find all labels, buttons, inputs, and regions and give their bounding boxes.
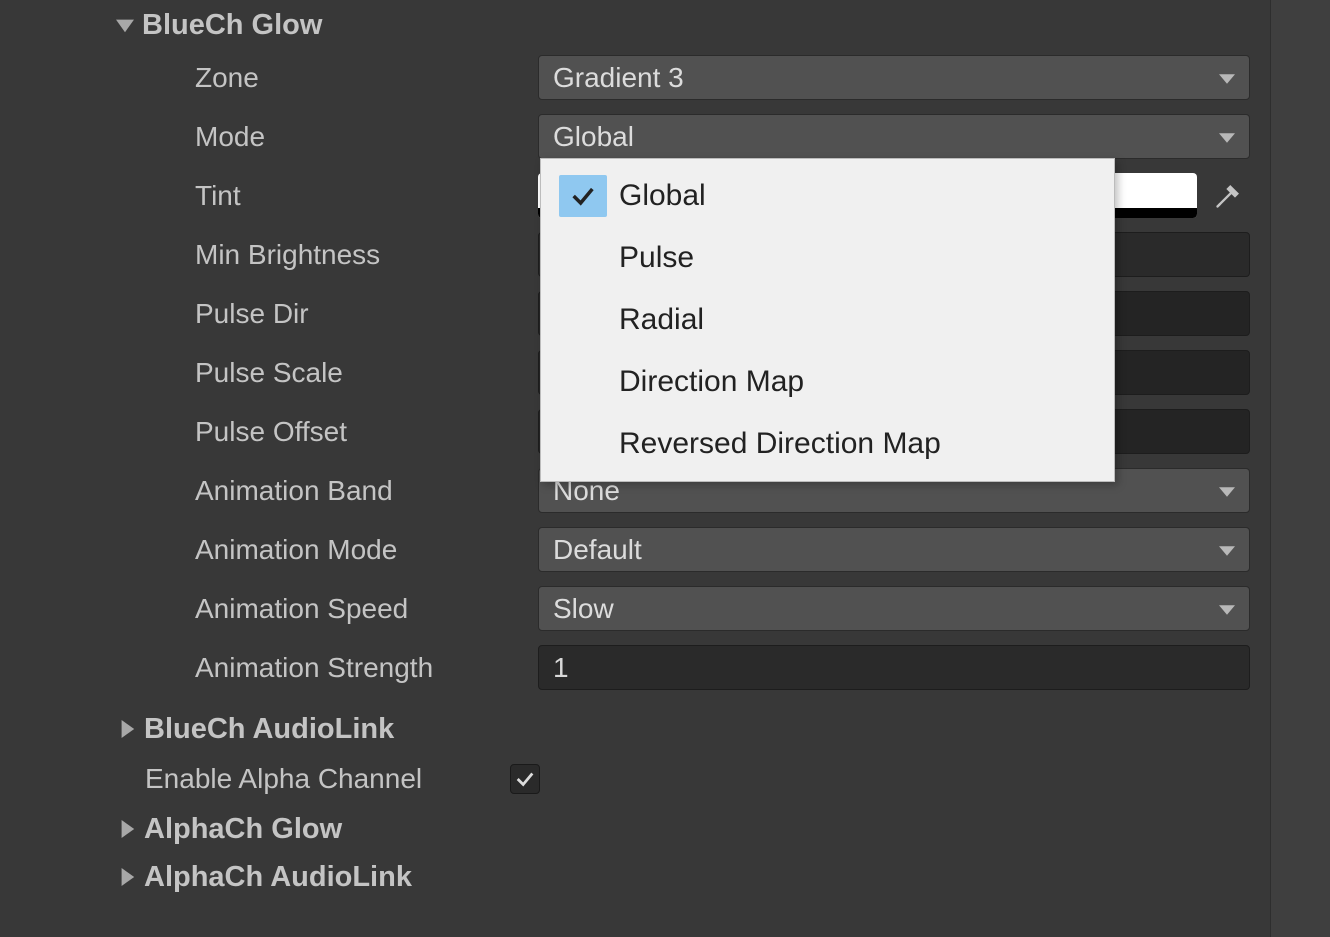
mode-option-label: Direction Map	[619, 365, 804, 399]
chevron-down-icon	[1219, 62, 1235, 94]
chevron-down-icon	[1219, 593, 1235, 625]
chevron-right-icon	[110, 868, 144, 886]
mode-option-label: Global	[619, 179, 706, 213]
enable-alpha-checkbox[interactable]	[510, 764, 540, 794]
pulse-scale-label: Pulse Scale	[0, 357, 538, 389]
scrollbar-gutter[interactable]	[1270, 0, 1330, 937]
chevron-down-icon	[108, 16, 142, 34]
section-title: BlueCh AudioLink	[144, 713, 394, 746]
mode-dropdown-popup: Global Pulse Radial Direction Map Revers…	[540, 158, 1115, 482]
zone-label: Zone	[0, 62, 538, 94]
eyedropper-button[interactable]	[1205, 173, 1250, 218]
check-icon	[559, 175, 607, 217]
min-brightness-label: Min Brightness	[0, 239, 538, 271]
animation-speed-value: Slow	[553, 593, 614, 625]
mode-value: Global	[553, 121, 634, 153]
zone-dropdown[interactable]: Gradient 3	[538, 55, 1250, 100]
section-title: AlphaCh AudioLink	[144, 861, 412, 894]
section-title: BlueCh Glow	[142, 9, 322, 42]
animation-mode-dropdown[interactable]: Default	[538, 527, 1250, 572]
pulse-offset-label: Pulse Offset	[0, 416, 538, 448]
section-title: AlphaCh Glow	[144, 813, 342, 846]
section-alphach-audiolink-header[interactable]: AlphaCh AudioLink	[0, 853, 1330, 901]
mode-option-label: Radial	[619, 303, 704, 337]
mode-option-label: Pulse	[619, 241, 694, 275]
chevron-right-icon	[110, 820, 144, 838]
mode-option-direction-map[interactable]: Direction Map	[541, 351, 1114, 413]
animation-strength-input[interactable]: 1	[538, 645, 1250, 690]
section-bluech-glow-header[interactable]: BlueCh Glow	[0, 0, 1330, 48]
section-bluech-audiolink-header[interactable]: BlueCh AudioLink	[0, 705, 1330, 753]
enable-alpha-label: Enable Alpha Channel	[0, 763, 510, 795]
animation-mode-value: Default	[553, 534, 642, 566]
animation-band-label: Animation Band	[0, 475, 538, 507]
mode-label: Mode	[0, 121, 538, 153]
chevron-right-icon	[110, 720, 144, 738]
chevron-down-icon	[1219, 534, 1235, 566]
animation-strength-value: 1	[553, 652, 569, 684]
animation-speed-label: Animation Speed	[0, 593, 538, 625]
zone-value: Gradient 3	[553, 62, 684, 94]
mode-dropdown[interactable]: Global	[538, 114, 1250, 159]
animation-strength-label: Animation Strength	[0, 652, 538, 684]
chevron-down-icon	[1219, 475, 1235, 507]
mode-option-radial[interactable]: Radial	[541, 289, 1114, 351]
mode-option-reversed-direction-map[interactable]: Reversed Direction Map	[541, 413, 1114, 475]
section-alphach-glow-header[interactable]: AlphaCh Glow	[0, 805, 1330, 853]
mode-option-global[interactable]: Global	[541, 165, 1114, 227]
mode-option-pulse[interactable]: Pulse	[541, 227, 1114, 289]
pulse-dir-label: Pulse Dir	[0, 298, 538, 330]
animation-speed-dropdown[interactable]: Slow	[538, 586, 1250, 631]
tint-label: Tint	[0, 180, 538, 212]
chevron-down-icon	[1219, 121, 1235, 153]
mode-option-label: Reversed Direction Map	[619, 427, 941, 461]
animation-mode-label: Animation Mode	[0, 534, 538, 566]
